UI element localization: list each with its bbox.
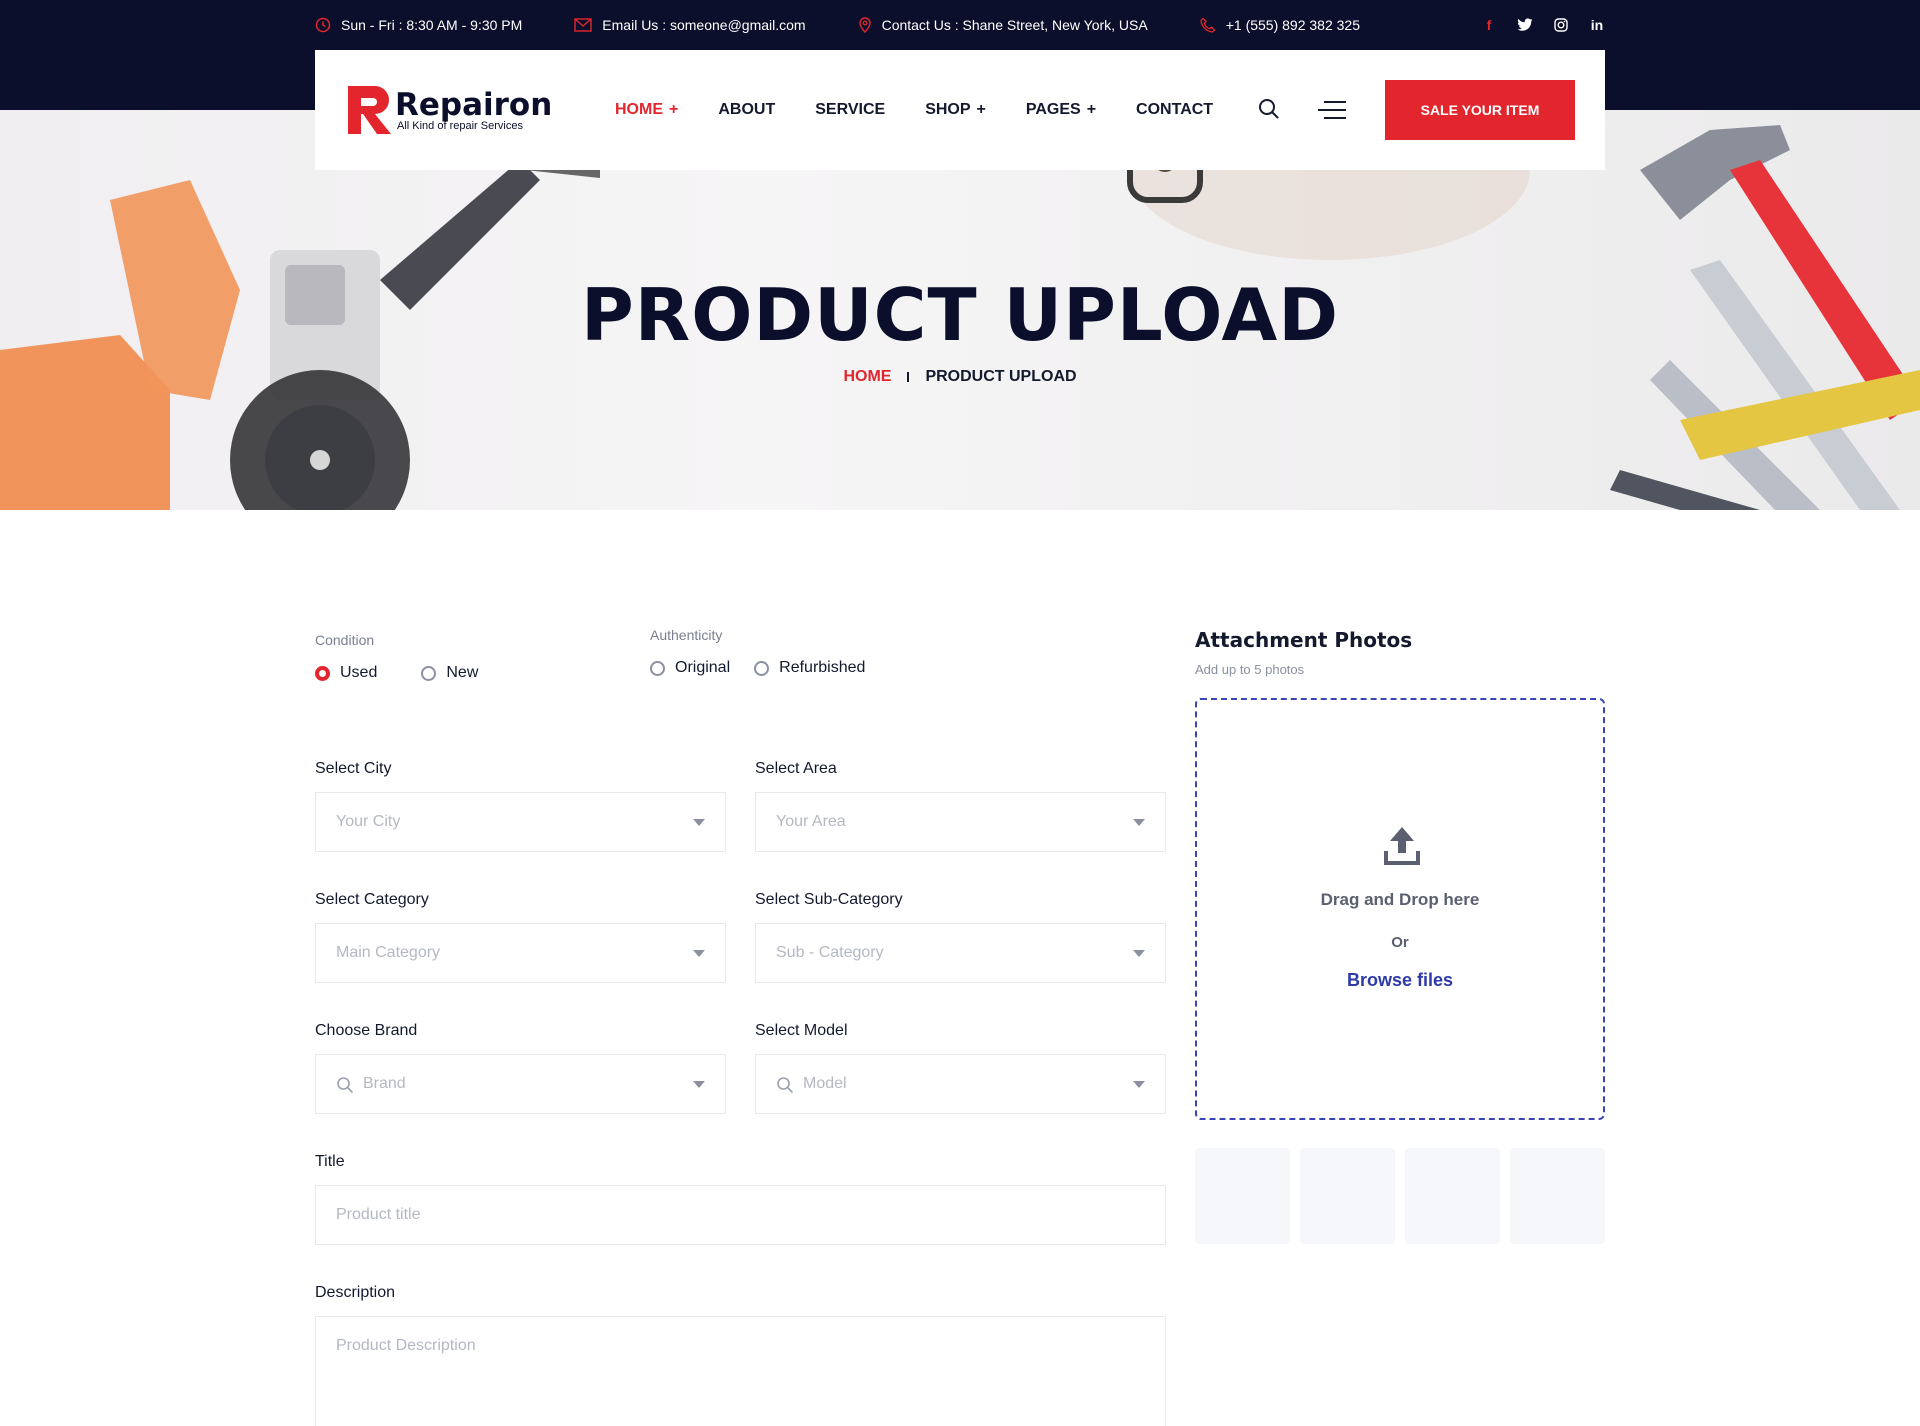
linkedin-icon[interactable]: in <box>1589 17 1605 33</box>
nav-shop[interactable]: SHOP + <box>925 101 986 119</box>
phone-text: +1 (555) 892 382 325 <box>1225 17 1360 33</box>
phone-icon <box>1200 17 1216 33</box>
dropdown-arrow-icon <box>693 1081 705 1088</box>
dropdown-arrow-icon <box>1133 950 1145 957</box>
authenticity-group: Authenticity Original Refurbished <box>650 627 909 677</box>
location-pin-icon <box>858 17 871 33</box>
sale-your-item-button[interactable]: SALE YOUR ITEM <box>1385 80 1575 140</box>
city-select[interactable]: Your City <box>315 792 726 852</box>
dropdown-arrow-icon <box>693 950 705 957</box>
attachment-title: Attachment Photos <box>1195 628 1413 652</box>
breadcrumb-separator <box>907 371 910 382</box>
category-select[interactable]: Main Category <box>315 923 726 983</box>
model-label: Select Model <box>755 1022 848 1039</box>
dropdown-arrow-icon <box>693 819 705 826</box>
condition-label: Condition <box>315 632 375 648</box>
attachment-header: Attachment Photos Add up to 5 photos <box>1195 628 1605 677</box>
dropdown-arrow-icon <box>1133 819 1145 826</box>
address-text: Contact Us : Shane Street, New York, USA <box>881 17 1148 33</box>
photo-slot[interactable] <box>1195 1148 1290 1244</box>
dropdown-arrow-icon <box>1133 1081 1145 1088</box>
logo-name: Repairon <box>395 87 553 123</box>
attachment-subtitle: Add up to 5 photos <box>1195 662 1305 677</box>
main-menu: HOME + ABOUT SERVICE SHOP + PAGES + CONTACT <box>615 50 1213 170</box>
city-label: Select City <box>315 760 392 777</box>
title-input[interactable]: Product title <box>315 1185 1166 1245</box>
top-bar-info: Sun - Fri : 8:30 AM - 9:30 PM Email Us :… <box>315 0 1605 50</box>
search-icon <box>777 1077 794 1094</box>
clock-icon <box>315 17 331 33</box>
photo-dropzone[interactable]: Drag and Drop here Or Browse files <box>1195 698 1605 1120</box>
authenticity-refurbished-radio[interactable]: Refurbished <box>754 659 865 677</box>
twitter-icon[interactable] <box>1517 17 1533 33</box>
hours-info: Sun - Fri : 8:30 AM - 9:30 PM <box>315 17 522 33</box>
email-text: Email Us : someone@gmail.com <box>602 17 806 33</box>
nav-pages[interactable]: PAGES + <box>1026 101 1096 119</box>
subcategory-label: Select Sub-Category <box>755 891 903 908</box>
radio-checked-icon <box>315 665 330 681</box>
logo-mark-icon <box>348 86 391 134</box>
page-banner: PRODUCT UPLOAD HOME PRODUCT UPLOAD <box>0 110 1920 510</box>
photo-slot[interactable] <box>1405 1148 1500 1244</box>
main-header: Repairon All Kind of repair Services HOM… <box>315 50 1605 170</box>
hours-text: Sun - Fri : 8:30 AM - 9:30 PM <box>341 17 523 33</box>
photo-slot[interactable] <box>1300 1148 1395 1244</box>
condition-used-radio[interactable]: Used <box>315 664 377 682</box>
title-label: Title <box>315 1153 345 1170</box>
authenticity-label: Authenticity <box>650 627 723 643</box>
mail-icon <box>574 18 592 32</box>
nav-contact[interactable]: CONTACT <box>1136 101 1213 119</box>
category-label: Select Category <box>315 891 429 908</box>
page-title: PRODUCT UPLOAD <box>581 273 1339 357</box>
description-label: Description <box>315 1284 396 1301</box>
phone-info[interactable]: +1 (555) 892 382 325 <box>1200 17 1360 33</box>
email-info[interactable]: Email Us : someone@gmail.com <box>574 17 806 33</box>
photo-slot[interactable] <box>1510 1148 1605 1244</box>
brand-select[interactable]: Brand <box>315 1054 726 1114</box>
radio-unchecked-icon <box>421 665 437 681</box>
logo-tagline: All Kind of repair Services <box>397 120 523 132</box>
area-select[interactable]: Your Area <box>755 792 1166 852</box>
social-links: f in <box>1481 17 1605 33</box>
radio-unchecked-icon <box>754 660 770 676</box>
instagram-icon[interactable] <box>1553 17 1569 33</box>
condition-group: Condition Used New <box>315 632 522 682</box>
facebook-icon[interactable]: f <box>1481 17 1497 33</box>
nav-home[interactable]: HOME + <box>615 101 678 119</box>
brand-label: Choose Brand <box>315 1022 418 1039</box>
drag-drop-text: Drag and Drop here <box>1320 890 1480 909</box>
area-label: Select Area <box>755 760 837 777</box>
browse-files-link[interactable]: Browse files <box>1197 970 1603 991</box>
subcategory-select[interactable]: Sub - Category <box>755 923 1166 983</box>
breadcrumb-current: PRODUCT UPLOAD <box>925 368 1077 385</box>
nav-service[interactable]: SERVICE <box>815 101 885 119</box>
description-textarea[interactable]: Product Description <box>315 1316 1166 1426</box>
model-select[interactable]: Model <box>755 1054 1166 1114</box>
nav-about[interactable]: ABOUT <box>718 101 775 119</box>
authenticity-original-radio[interactable]: Original <box>650 659 730 677</box>
site-logo[interactable]: Repairon All Kind of repair Services <box>345 84 552 138</box>
photo-thumbnails <box>1195 1148 1605 1244</box>
condition-new-radio[interactable]: New <box>421 664 478 682</box>
breadcrumb: HOME PRODUCT UPLOAD <box>0 368 1920 386</box>
radio-unchecked-icon <box>650 660 665 676</box>
address-info: Contact Us : Shane Street, New York, USA <box>858 17 1148 33</box>
upload-icon <box>1384 827 1420 865</box>
or-text: Or <box>1391 934 1409 951</box>
menu-toggle-icon[interactable] <box>1318 101 1346 119</box>
search-icon <box>337 1077 354 1094</box>
breadcrumb-home-link[interactable]: HOME <box>843 368 891 385</box>
search-icon[interactable] <box>1258 98 1280 120</box>
